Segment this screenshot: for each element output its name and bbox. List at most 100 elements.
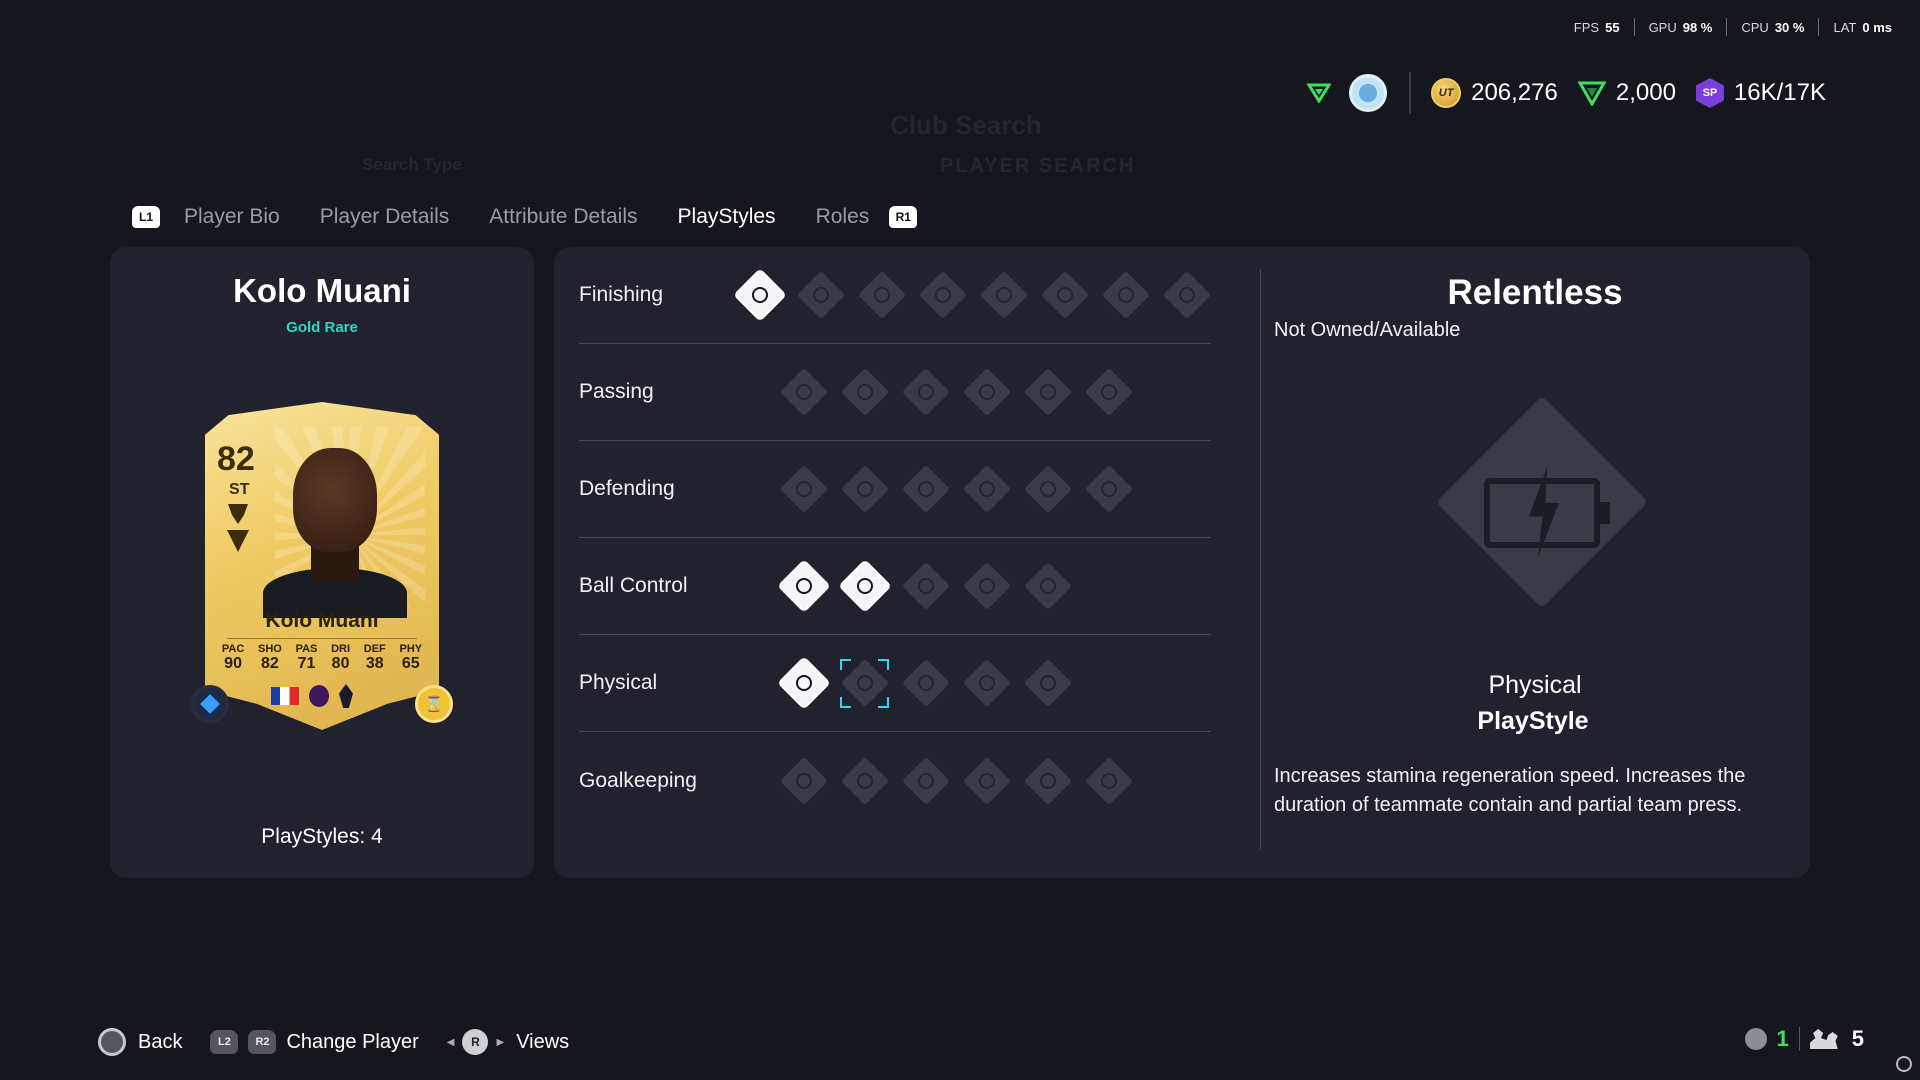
playstyle-icon[interactable] (962, 464, 1011, 514)
playstyle-icon[interactable] (1162, 270, 1211, 320)
playstyle-icon[interactable] (779, 561, 828, 611)
r1-button[interactable]: R1 (889, 206, 918, 228)
social-status: 1 5 (1744, 1026, 1864, 1052)
points-value: 2,000 (1615, 79, 1676, 106)
playstyle-glyph-icon (978, 772, 995, 789)
stat-pac: PAC 90 (221, 643, 245, 672)
online-count: 1 (1776, 1026, 1789, 1051)
playstyle-glyph-icon (917, 772, 934, 789)
playstyle-icon[interactable] (962, 756, 1011, 805)
playstyle-icon[interactable] (840, 756, 889, 805)
playstyle-icon[interactable] (1023, 561, 1072, 611)
tab-player-bio[interactable]: Player Bio (184, 205, 280, 229)
playstyle-icon[interactable] (857, 270, 906, 320)
playstyle-glyph-icon (1039, 772, 1056, 789)
playstyle-icon[interactable] (1023, 367, 1072, 417)
playstyle-icon[interactable] (901, 756, 950, 805)
card-stats: PAC 90 SHO 82 PAS 71 DRI 80 DEF 38 PHY 65 (215, 643, 429, 673)
evolution-icon (191, 685, 229, 723)
playstyle-icon[interactable] (1101, 270, 1150, 320)
views-button[interactable]: ◀ R ▶ Views (447, 1029, 569, 1055)
coins-value: 206,276 (1471, 79, 1558, 106)
playstyle-glyph-icon (995, 287, 1012, 303)
l1-button[interactable]: L1 (132, 206, 160, 228)
category-row-finishing: Finishing (579, 247, 1211, 344)
card-position: ST (229, 481, 250, 498)
performance-overlay: FPS 55 GPU 98 % CPU 30 % LAT 0 ms (1560, 18, 1906, 36)
playstyle-icon[interactable] (779, 756, 828, 805)
playstyle-icon[interactable] (1023, 658, 1072, 708)
arrow-right-icon: ▶ (496, 1036, 505, 1048)
playstyle-glyph-icon (1039, 675, 1056, 691)
playstyle-icons (779, 756, 1133, 805)
playstyles-panel: Finishing Passing Defending Ball Control… (554, 247, 1810, 878)
playstyle-icon[interactable] (1084, 464, 1133, 514)
playstyle-icon[interactable] (1023, 756, 1072, 805)
playstyle-icon[interactable] (979, 270, 1028, 320)
category-label: Passing (579, 380, 654, 403)
playstyle-icon[interactable] (779, 367, 828, 417)
playstyle-glyph-icon (856, 578, 873, 594)
playstyle-glyph-icon (1039, 384, 1056, 400)
playstyle-icon[interactable] (735, 270, 784, 320)
player-card[interactable]: 82 ST Kolo Muani PAC 90 SHO 82 PAS 71 DRI 80… (191, 402, 453, 730)
card-rating: 82 (217, 440, 255, 478)
season-points-value: 16K/17K (1733, 79, 1826, 106)
arrow-left-icon: ◀ (446, 1036, 455, 1048)
category-label: Physical (579, 671, 658, 694)
playstyle-icon[interactable] (962, 561, 1011, 611)
tab-player-details[interactable]: Player Details (320, 205, 450, 229)
playstyle-icon[interactable] (779, 464, 828, 514)
playstyle-icon[interactable] (779, 658, 828, 708)
playstyle-glyph-icon (917, 481, 934, 497)
category-label: Finishing (579, 283, 664, 306)
r2-button-icon: R2 (248, 1030, 277, 1054)
playstyle-icon[interactable] (1084, 367, 1133, 417)
stat-dri: DRI 80 (331, 643, 351, 672)
panel-divider (1260, 269, 1261, 849)
playstyle-icon[interactable] (901, 561, 950, 611)
playstyle-icon[interactable] (840, 464, 889, 514)
points-icon (1577, 81, 1606, 106)
tab-playstyles[interactable]: PlayStyles (678, 205, 776, 229)
playstyle-icons (735, 270, 1211, 320)
friends-icon[interactable] (1809, 1029, 1838, 1049)
playstyle-icons (779, 561, 1072, 611)
mute-icon[interactable] (1744, 1028, 1767, 1050)
club-icon (339, 684, 353, 708)
player-name: Kolo Muani (233, 272, 411, 309)
playstyle-icon[interactable] (840, 561, 889, 611)
playstyle-icon[interactable] (918, 270, 967, 320)
playstyle-glyph-icon (978, 384, 995, 400)
change-player-button[interactable]: L2 R2 Change Player (210, 1030, 419, 1054)
tab-attribute-details[interactable]: Attribute Details (489, 205, 637, 229)
card-player-name: Kolo Muani (265, 609, 379, 632)
playstyle-icons (779, 658, 1072, 708)
player-portrait (263, 448, 407, 618)
points: 2,000 (1577, 79, 1676, 107)
playstyle-status: Not Owned/Available (1274, 319, 1461, 341)
playstyle-icon[interactable] (901, 658, 950, 708)
back-button[interactable]: Back (98, 1028, 182, 1056)
playstyle-icon[interactable] (840, 367, 889, 417)
playstyle-glyph-icon (812, 287, 829, 303)
playstyle-glyph-icon (1100, 384, 1117, 400)
playstyle-icon[interactable] (1084, 756, 1133, 805)
playstyle-icon[interactable] (840, 658, 889, 708)
playstyle-icon[interactable] (962, 658, 1011, 708)
playstyle-icon[interactable] (796, 270, 845, 320)
playstyle-icon[interactable] (1040, 270, 1089, 320)
tab-bar: L1 Player Bio Player Details Attribute D… (132, 205, 918, 229)
playstyle-icon[interactable] (1023, 464, 1072, 514)
category-row-passing: Passing (579, 344, 1211, 441)
coins-icon: UT (1431, 78, 1462, 108)
playstyle-icon[interactable] (901, 464, 950, 514)
playstyle-icon[interactable] (901, 367, 950, 417)
category-label: Goalkeeping (579, 768, 697, 792)
playstyle-icons (779, 464, 1133, 514)
category-row-defending: Defending (579, 441, 1211, 538)
card-rarity: Gold Rare (286, 319, 358, 336)
playstyle-icon[interactable] (962, 367, 1011, 417)
tab-roles[interactable]: Roles (816, 205, 870, 229)
playstyle-glyph-icon (795, 578, 812, 594)
